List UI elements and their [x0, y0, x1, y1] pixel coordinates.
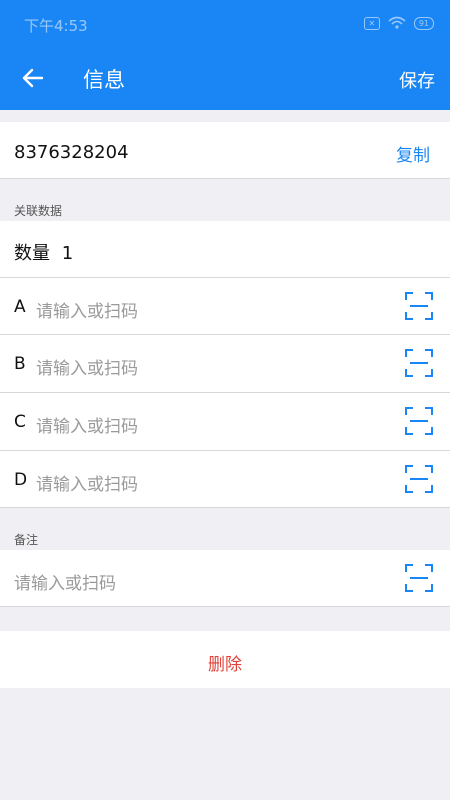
delete-button[interactable]: 删除 — [0, 650, 450, 675]
field-input-a[interactable]: 请输入或扫码 — [36, 297, 138, 322]
status-time: 下午4:53 — [24, 17, 88, 35]
notes-row: 请输入或扫码 — [0, 550, 450, 606]
record-id-row: 8376328204 复制 — [0, 122, 450, 178]
quantity-row: 数量 1 — [0, 221, 450, 277]
notes-input[interactable]: 请输入或扫码 — [14, 569, 116, 594]
app-bar: 信息 保存 — [0, 48, 450, 110]
back-arrow-icon[interactable] — [20, 65, 46, 91]
status-bar: 下午4:53 ✕ 91 — [0, 0, 450, 48]
scan-icon[interactable] — [405, 564, 433, 592]
quantity-value: 1 — [61, 243, 74, 264]
divider — [0, 606, 450, 607]
scan-icon[interactable] — [405, 292, 433, 320]
scan-icon[interactable] — [405, 465, 433, 493]
field-input-d[interactable]: 请输入或扫码 — [36, 470, 138, 495]
divider — [0, 178, 450, 179]
field-row-a: A 请输入或扫码 — [0, 278, 450, 334]
field-input-c[interactable]: 请输入或扫码 — [36, 412, 138, 437]
delete-row[interactable]: 删除 — [0, 631, 450, 688]
field-row-d: D 请输入或扫码 — [0, 451, 450, 507]
quantity-label: 数量 — [14, 243, 50, 264]
field-row-b: B 请输入或扫码 — [0, 335, 450, 392]
quantity-text: 数量 1 — [14, 239, 73, 265]
wifi-icon — [388, 16, 406, 29]
field-label-b: B — [14, 354, 26, 374]
save-button[interactable]: 保存 — [399, 67, 435, 93]
battery-icon: 91 — [413, 16, 434, 30]
copy-button[interactable]: 复制 — [396, 141, 430, 166]
record-id: 8376328204 — [14, 142, 129, 163]
status-icons: ✕ 91 — [363, 16, 434, 30]
notes-section-label: 备注 — [14, 533, 39, 547]
page-title: 信息 — [83, 68, 125, 92]
notification-icon: ✕ — [363, 16, 380, 30]
field-label-c: C — [14, 412, 26, 432]
field-input-b[interactable]: 请输入或扫码 — [36, 354, 138, 379]
field-row-c: C 请输入或扫码 — [0, 393, 450, 450]
field-label-a: A — [14, 297, 26, 317]
scan-icon[interactable] — [405, 407, 433, 435]
divider — [0, 507, 450, 508]
related-section-label: 关联数据 — [14, 204, 63, 218]
scan-icon[interactable] — [405, 349, 433, 377]
field-label-d: D — [14, 470, 28, 490]
